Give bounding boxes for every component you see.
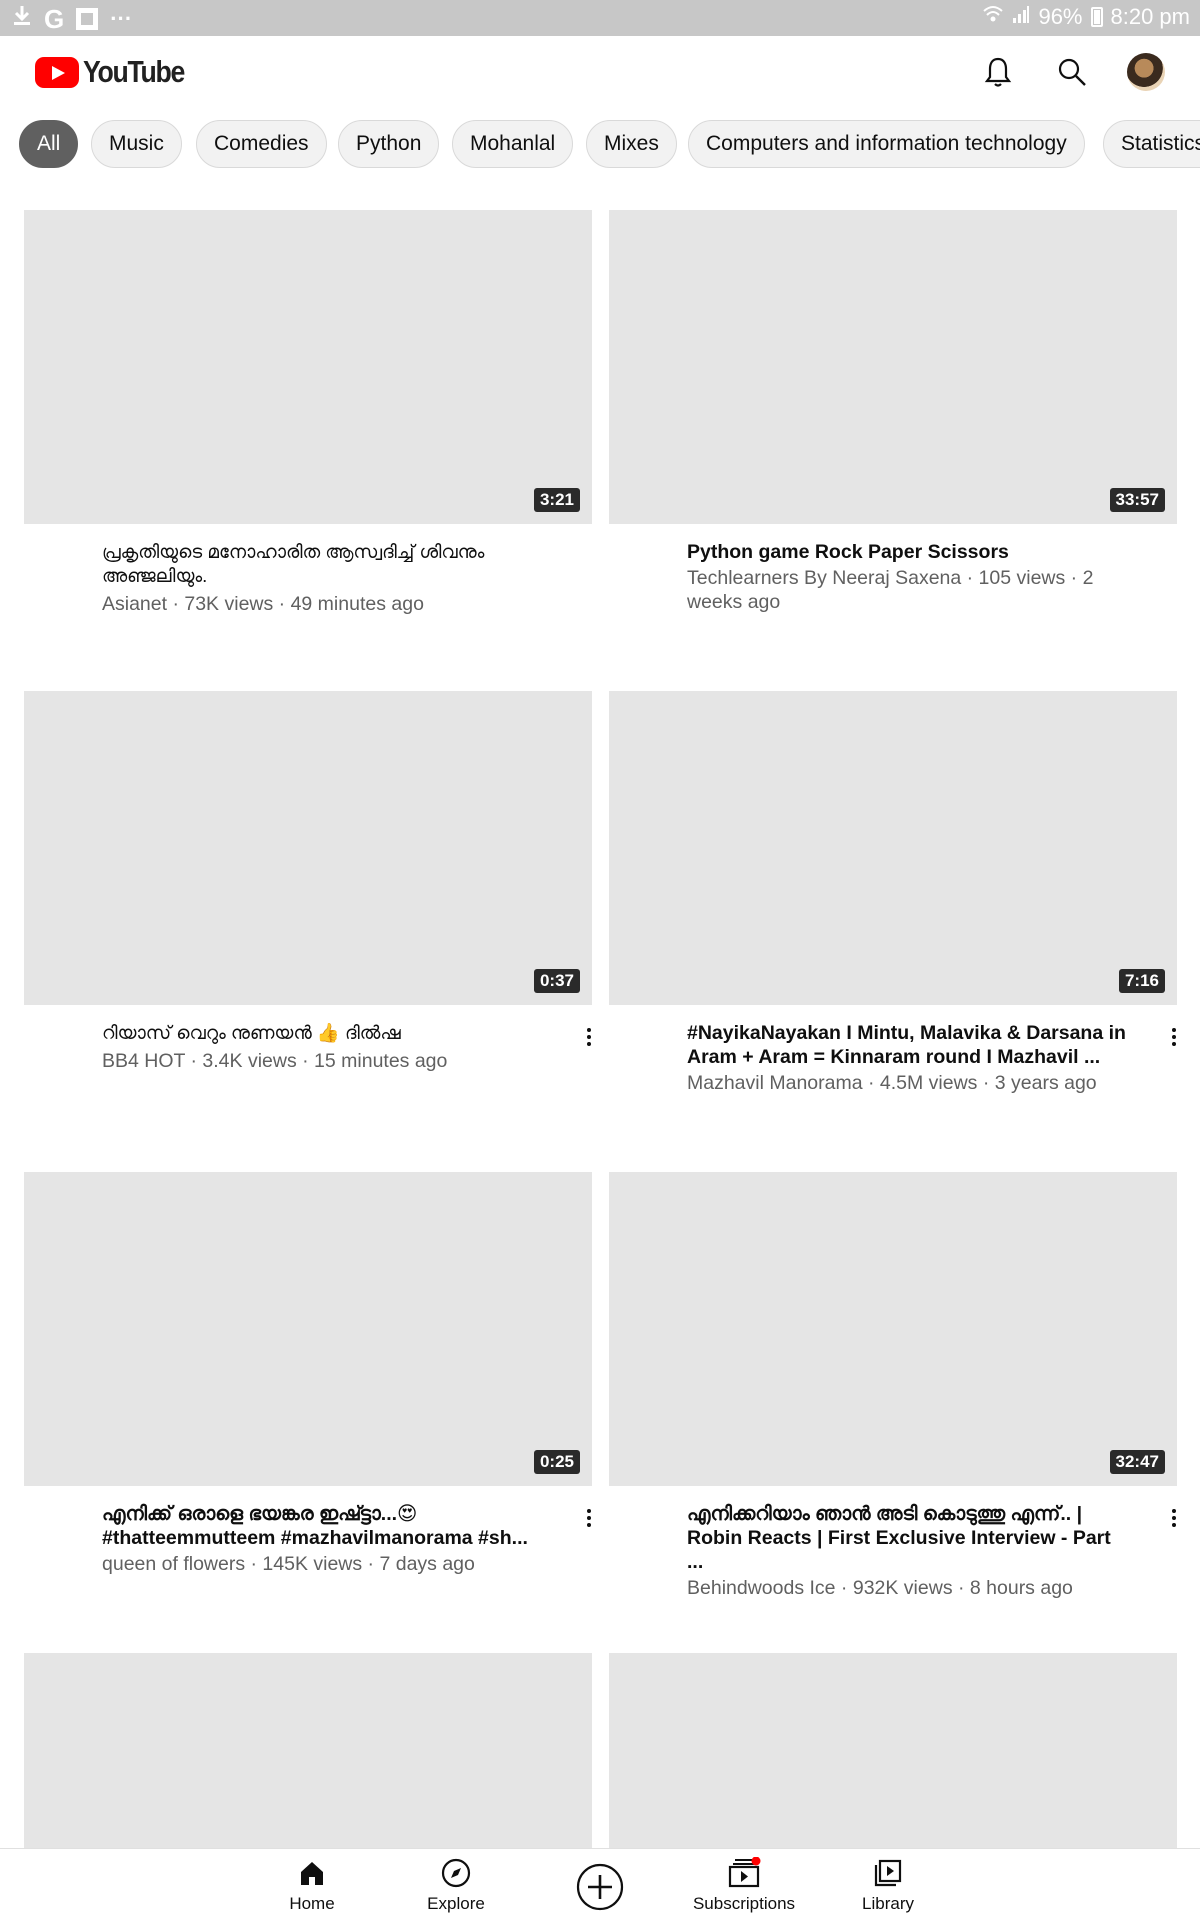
video-menu-button[interactable]	[1164, 1022, 1184, 1052]
video-info[interactable]: പ്രകൃതിയുടെ മനോഹാരിത ആസ്വദിച്ച് ശിവനും അ…	[102, 540, 542, 616]
video-title: റിയാസ് വെറും നുണയൻ 👍 ദിൽഷ	[102, 1022, 401, 1043]
video-duration: 0:37	[533, 969, 580, 993]
chip-computers[interactable]: Computers and information technology	[688, 120, 1085, 168]
nav-home-label: Home	[289, 1894, 335, 1913]
search-button[interactable]	[1052, 52, 1092, 92]
video-info[interactable]: Python game Rock Paper Scissors Techlear…	[687, 540, 1127, 614]
video-info[interactable]: എനിക്കറിയാം ഞാൻ അടി കൊടുത്തു എന്ന്.. | R…	[687, 1502, 1127, 1600]
video-title: എനിക്ക് ഒരാളെ ഭയങ്കര ഇഷ്ട്ടാ...😍 #thatte…	[102, 1503, 528, 1549]
logo-text: YouTube	[83, 54, 185, 89]
nav-explore[interactable]: Explore	[391, 1855, 521, 1915]
video-info[interactable]: റിയാസ് വെറും നുണയൻ 👍 ദിൽഷ BB4 HOT · 3.4K…	[102, 1021, 542, 1073]
battery-icon	[1090, 7, 1103, 27]
youtube-logo[interactable]: YouTube	[35, 54, 201, 90]
wifi-icon	[982, 4, 1004, 30]
video-thumbnail[interactable]	[24, 1653, 592, 1848]
chip-mohanlal[interactable]: Mohanlal	[452, 120, 574, 168]
chip-python[interactable]: Python	[338, 120, 440, 168]
video-meta: Behindwoods Ice · 932K views · 8 hours a…	[687, 1577, 1073, 1599]
app-header: YouTube	[0, 36, 1200, 112]
video-title: എനിക്കറിയാം ഞാൻ അടി കൊടുത്തു എന്ന്.. | R…	[687, 1503, 1111, 1573]
video-title: #NayikaNayakan I Mintu, Malavika & Darsa…	[687, 1022, 1126, 1068]
video-menu-button[interactable]	[579, 1503, 599, 1533]
download-icon	[12, 4, 32, 33]
chip-mixes[interactable]: Mixes	[586, 120, 677, 168]
bottom-navigation: Home Explore Subscriptions Library	[0, 1848, 1200, 1920]
video-meta: Mazhavil Manorama · 4.5M views · 3 years…	[687, 1072, 1097, 1094]
plus-circle-icon	[576, 1863, 624, 1911]
home-icon	[301, 1862, 323, 1885]
video-thumbnail[interactable]: 33:57	[609, 210, 1177, 524]
video-meta: Asianet · 73K views · 49 minutes ago	[102, 593, 424, 615]
status-bar: G ··· 96% 8:20 pm	[0, 0, 1200, 36]
video-title: പ്രകൃതിയുടെ മനോഹാരിത ആസ്വദിച്ച് ശിവനും അ…	[102, 541, 485, 586]
video-thumbnail[interactable]: 0:25	[24, 1172, 592, 1486]
battery-percent: 96%	[1038, 4, 1083, 29]
video-thumbnail[interactable]: 7:16	[609, 691, 1177, 1005]
video-duration: 32:47	[1109, 1450, 1165, 1474]
create-button[interactable]	[576, 1863, 624, 1911]
notifications-button[interactable]	[978, 52, 1018, 92]
video-title: Python game Rock Paper Scissors	[687, 541, 1009, 563]
search-icon	[1058, 58, 1086, 86]
clock: 8:20 pm	[1110, 4, 1191, 29]
video-duration: 7:16	[1118, 969, 1165, 993]
more-icon: ···	[110, 5, 133, 31]
chip-statistics[interactable]: Statistics	[1103, 120, 1200, 168]
account-button[interactable]	[1126, 52, 1166, 92]
nav-subscriptions[interactable]: Subscriptions	[679, 1855, 809, 1915]
video-info[interactable]: #NayikaNayakan I Mintu, Malavika & Darsa…	[687, 1021, 1127, 1095]
video-meta: queen of flowers · 145K views · 7 days a…	[102, 1553, 475, 1575]
compass-icon	[441, 1858, 471, 1888]
bell-icon	[984, 57, 1012, 87]
flipboard-icon	[76, 7, 99, 30]
category-chips: All Music Comedies Python Mohanlal Mixes…	[0, 118, 1200, 172]
video-menu-button[interactable]	[1164, 1503, 1184, 1533]
video-duration: 3:21	[533, 488, 580, 512]
video-thumbnail[interactable]: 0:37	[24, 691, 592, 1005]
chip-comedies[interactable]: Comedies	[196, 120, 327, 168]
video-meta: BB4 HOT · 3.4K views · 15 minutes ago	[102, 1050, 448, 1072]
video-thumbnail[interactable]: 3:21	[24, 210, 592, 524]
video-info[interactable]: എനിക്ക് ഒരാളെ ഭയങ്കര ഇഷ്ട്ടാ...😍 #thatte…	[102, 1502, 542, 1576]
video-thumbnail[interactable]	[609, 1653, 1177, 1848]
nav-home[interactable]: Home	[247, 1855, 377, 1915]
video-meta: Techlearners By Neeraj Saxena · 105 view…	[687, 567, 1094, 613]
nav-library-label: Library	[862, 1894, 914, 1913]
video-menu-button[interactable]	[579, 1022, 599, 1052]
video-duration: 33:57	[1109, 488, 1165, 512]
avatar	[1127, 53, 1165, 91]
library-icon	[874, 1859, 902, 1887]
video-duration: 0:25	[533, 1450, 580, 1474]
signal-icon	[1012, 4, 1030, 30]
chip-music[interactable]: Music	[91, 120, 182, 168]
nav-library[interactable]: Library	[823, 1855, 953, 1915]
subscriptions-icon	[728, 1857, 761, 1888]
video-thumbnail[interactable]: 32:47	[609, 1172, 1177, 1486]
youtube-play-icon	[35, 56, 79, 88]
chip-all[interactable]: All	[19, 120, 79, 168]
google-icon: G	[44, 3, 65, 34]
nav-explore-label: Explore	[427, 1894, 485, 1913]
nav-subscriptions-label: Subscriptions	[692, 1894, 796, 1913]
